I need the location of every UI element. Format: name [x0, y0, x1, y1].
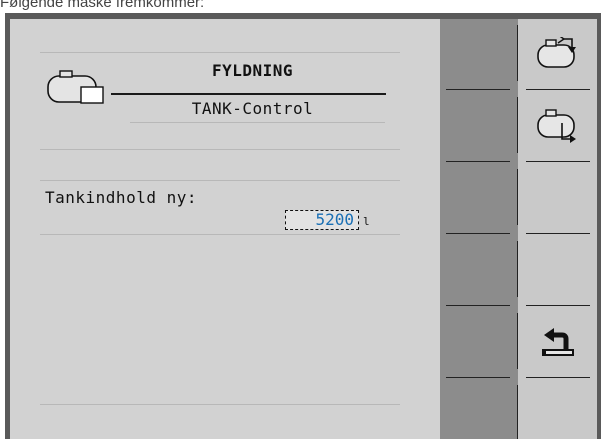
softkey-divider — [446, 161, 510, 162]
softkey-divider — [526, 377, 590, 378]
softkey-tank-fill-out[interactable] — [518, 91, 597, 161]
tank-content-input[interactable]: 5200 — [285, 210, 359, 230]
main-panel: FYLDNING TANK-Control Tankindhold ny: 52… — [10, 19, 440, 439]
unit-label: l — [363, 215, 370, 228]
screen-title: FYLDNING — [211, 61, 294, 80]
title-underline — [111, 93, 386, 95]
tank-icon — [47, 70, 104, 104]
divider-line — [40, 180, 400, 181]
softkey-column-left — [440, 19, 518, 439]
return-arrow-icon — [541, 328, 574, 356]
divider-line — [40, 52, 400, 53]
softkey-divider — [446, 233, 510, 234]
page-caption: Følgende måske fremkommer: — [0, 0, 205, 11]
divider-line — [40, 404, 400, 405]
tank-fill-out-icon — [536, 109, 576, 143]
terminal-frame: FYLDNING TANK-Control Tankindhold ny: 52… — [5, 13, 601, 439]
softkey-divider — [446, 305, 510, 306]
softkey-return[interactable] — [518, 307, 597, 377]
tank-content-label: Tankindhold ny: — [45, 188, 197, 207]
terminal-screen: FYLDNING TANK-Control Tankindhold ny: 52… — [10, 19, 597, 439]
divider-line — [130, 122, 385, 123]
softkey-divider — [526, 89, 590, 90]
divider-line — [40, 149, 400, 150]
screen-subtitle: TANK-Control — [191, 99, 314, 118]
softkey-divider — [526, 161, 590, 162]
softkey-divider — [446, 377, 510, 378]
softkey-divider — [517, 241, 518, 297]
divider-line — [40, 234, 400, 235]
tank-fill-in-icon — [536, 37, 576, 68]
softkey-tank-fill-in[interactable] — [518, 19, 597, 89]
softkey-divider — [517, 169, 518, 225]
softkey-bar — [440, 19, 597, 439]
softkey-divider — [517, 385, 518, 439]
softkey-divider — [526, 305, 590, 306]
softkey-divider — [446, 89, 510, 90]
softkey-divider — [526, 233, 590, 234]
